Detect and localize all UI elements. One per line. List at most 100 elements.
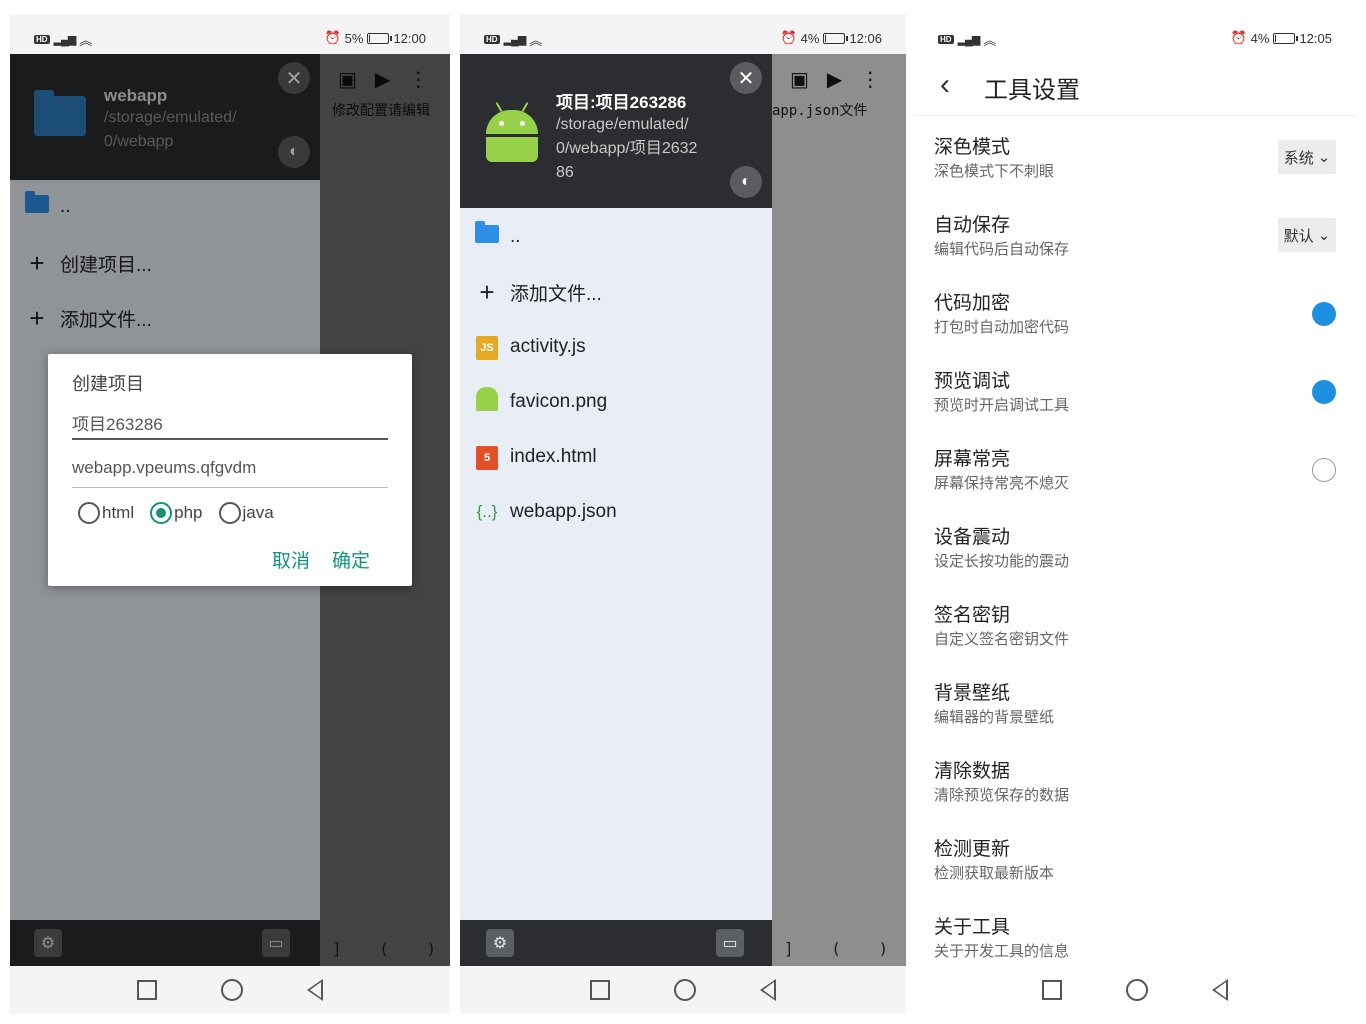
setting-auto-save[interactable]: 自动保存 编辑代码后自动保存 默认 ⌄ xyxy=(914,200,1356,278)
file-name: favicon.png xyxy=(510,391,608,412)
project-title: 项目:项目263286 xyxy=(556,93,687,112)
radio-button xyxy=(78,502,100,524)
terminal-button[interactable]: ▭ xyxy=(716,929,744,957)
project-name-input[interactable]: 项目263286 xyxy=(72,404,388,440)
setting-signing-key[interactable]: 签名密钥 自定义签名密钥文件 xyxy=(914,590,1356,668)
more-icon[interactable]: ⋮ xyxy=(860,67,880,92)
status-bar: HD ▂▄▆ ︽ ⏰ 4% 12:06 xyxy=(460,14,906,54)
battery-fill xyxy=(369,34,371,42)
settings-button[interactable]: ⚙ xyxy=(486,929,514,957)
package-name-input[interactable]: webapp.vpeums.qfgvdm xyxy=(72,452,388,488)
signal-icon: ▂▄▆ xyxy=(53,34,77,46)
wifi-icon: ︽ xyxy=(529,33,543,48)
back-icon[interactable] xyxy=(1212,979,1228,1001)
file-item-webapp-json[interactable]: {..} webapp.json xyxy=(460,485,772,539)
setting-clear-data[interactable]: 清除数据 清除预览保存的数据 xyxy=(914,746,1356,824)
radio-php[interactable]: php xyxy=(150,502,203,524)
settings-header: ‹ 工具设置 xyxy=(914,54,1356,116)
recents-icon[interactable] xyxy=(590,980,610,1000)
create-project-dialog: 创建项目 项目263286 webapp.vpeums.qfgvdm html … xyxy=(48,354,412,586)
code-encrypt-toggle[interactable] xyxy=(1312,302,1336,326)
battery-percent: 5% xyxy=(344,30,364,46)
setting-dark-mode[interactable]: 深色模式 深色模式下不刺眼 系统 ⌄ xyxy=(914,122,1356,200)
battery-fill xyxy=(1275,34,1277,42)
setting-desc: 设定长按功能的震动 xyxy=(934,553,1070,570)
signal-icon: ▂▄▆ xyxy=(503,34,527,46)
wifi-icon: ︽ xyxy=(983,33,997,48)
list-item-add-file[interactable]: + 添加文件... xyxy=(460,265,772,319)
setting-desc: 打包时自动加密代码 xyxy=(934,319,1070,336)
drawer-footer: ⚙ ▭ xyxy=(460,920,772,966)
project-path-line-1: /storage/emulated/ xyxy=(556,116,689,133)
dark-mode-select[interactable]: 系统 ⌄ xyxy=(1278,140,1336,174)
image-icon[interactable]: ▣ xyxy=(790,67,809,92)
clock: 12:05 xyxy=(1299,30,1332,46)
phone-tool-settings: HD ▂▄▆ ︽ ⏰ 4% 12:05 ‹ 工具设置 深色模式 深色模式下不刺眼 系统 ⌄… xyxy=(914,14,1356,1014)
cancel-button[interactable]: 取消 xyxy=(272,546,310,573)
setting-check-update[interactable]: 检测更新 检测获取最新版本 xyxy=(914,824,1356,902)
setting-desc: 编辑器的背景壁纸 xyxy=(934,709,1055,726)
screen-on-toggle[interactable] xyxy=(1312,458,1336,482)
file-item-favicon-png[interactable]: favicon.png xyxy=(460,375,772,429)
plus-icon: + xyxy=(479,277,495,307)
setting-label: 关于工具 xyxy=(934,917,1011,938)
android-icon xyxy=(486,102,538,162)
setting-vibration[interactable]: 设备震动 设定长按功能的震动 xyxy=(914,512,1356,590)
radio-html[interactable]: html xyxy=(78,502,134,524)
header-text: 项目:项目263286 /storage/emulated/ 0/webapp/… xyxy=(556,88,697,185)
setting-code-encrypt[interactable]: 代码加密 打包时自动加密代码 xyxy=(914,278,1356,356)
file-item-index-html[interactable]: 5 index.html xyxy=(460,430,772,484)
back-arrow-icon[interactable]: ‹ xyxy=(940,68,950,102)
alarm-icon: ⏰ xyxy=(324,30,341,45)
home-icon[interactable] xyxy=(1126,979,1148,1001)
setting-preview-debug[interactable]: 预览调试 预览时开启调试工具 xyxy=(914,356,1356,434)
alarm-icon: ⏰ xyxy=(780,30,797,45)
json-icon: {..} xyxy=(476,502,498,521)
setting-label: 自动保存 xyxy=(934,215,1011,236)
setting-wallpaper[interactable]: 背景壁纸 编辑器的背景壁纸 xyxy=(914,668,1356,746)
close-drawer-button[interactable]: ✕ xyxy=(730,62,762,94)
preview-debug-toggle[interactable] xyxy=(1312,380,1336,404)
run-icon[interactable]: ▶ xyxy=(827,67,842,92)
recents-icon[interactable] xyxy=(1042,980,1062,1000)
symbol-bar[interactable]: ] ( ) : xyxy=(784,939,906,958)
confirm-button[interactable]: 确定 xyxy=(332,546,370,573)
radio-label: php xyxy=(174,503,203,522)
radio-label: html xyxy=(102,503,135,522)
html5-icon: 5 xyxy=(476,445,498,470)
editor-pane[interactable]: ▣ ▶ ⋮ app.json文件 ] ( ) : xyxy=(772,54,906,966)
project-type-radios: html php java xyxy=(78,502,274,524)
status-bar: HD ▂▄▆ ︽ ⏰ 5% 12:00 xyxy=(10,14,450,54)
home-icon[interactable] xyxy=(674,979,696,1001)
theme-palette-button[interactable]: ◐ xyxy=(730,166,762,198)
setting-desc: 关于开发工具的信息 xyxy=(934,943,1070,960)
back-icon[interactable] xyxy=(760,979,776,1001)
phone-project-files: HD▂▄▆︽ ⏰4% 12:06 ▣ ▶ ⋮ app.json文件 ] ( ) : xyxy=(460,14,906,1014)
setting-label: 背景壁纸 xyxy=(934,683,1011,704)
alarm-icon: ⏰ xyxy=(1230,30,1247,45)
phone-create-project: HD ▂▄▆ ︽ ⏰ 5% 12:00 ▣ ▶ ⋮ 修改配置请编辑 ] ( ) weba… xyxy=(10,14,450,1014)
list-item-parent-dir[interactable]: .. xyxy=(460,210,772,264)
setting-screen-on[interactable]: 屏幕常亮 屏幕保持常亮不熄灭 xyxy=(914,434,1356,512)
file-item-activity-js[interactable]: JS activity.js xyxy=(460,320,772,374)
setting-label: 预览调试 xyxy=(934,371,1011,392)
back-icon[interactable] xyxy=(307,979,323,1001)
radio-button xyxy=(218,502,241,524)
setting-label: 清除数据 xyxy=(934,761,1011,782)
battery-percent: 4% xyxy=(1250,30,1270,46)
system-nav-bar xyxy=(914,966,1356,1014)
file-name: webapp.json xyxy=(510,501,617,522)
dialog-actions: 取消 确定 xyxy=(272,546,370,573)
recents-icon[interactable] xyxy=(137,980,157,1000)
setting-label: 检测更新 xyxy=(934,839,1011,860)
page-title: 工具设置 xyxy=(984,77,1080,104)
setting-label: 屏幕常亮 xyxy=(934,449,1011,470)
chevron-down-icon: ⌄ xyxy=(1317,227,1331,244)
radio-java[interactable]: java xyxy=(218,502,274,524)
clock: 12:00 xyxy=(393,30,426,46)
battery-icon xyxy=(367,32,393,44)
setting-desc: 编辑代码后自动保存 xyxy=(934,241,1070,258)
home-icon[interactable] xyxy=(221,979,243,1001)
auto-save-select[interactable]: 默认 ⌄ xyxy=(1278,218,1336,252)
hd-icon: HD xyxy=(34,35,50,44)
